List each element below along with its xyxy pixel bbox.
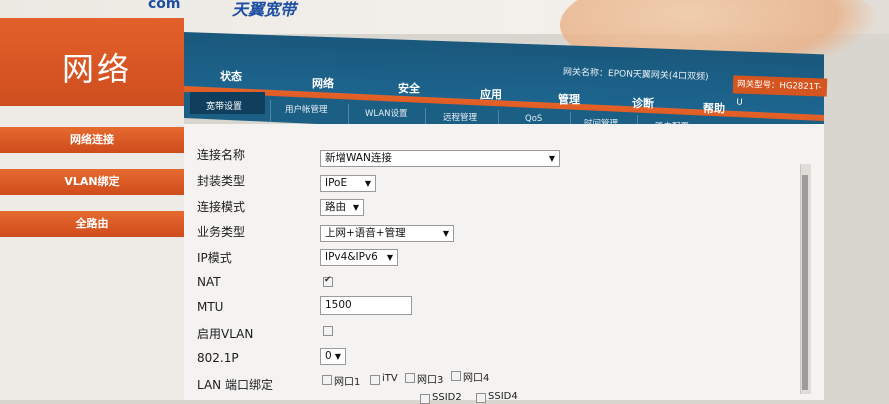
subnav-broadband[interactable]: 宽带设置 bbox=[206, 99, 242, 112]
subnav-wlan[interactable]: WLAN设置 bbox=[365, 107, 408, 119]
encap-label: 封装类型 bbox=[197, 174, 246, 188]
subnav-divider bbox=[348, 104, 349, 126]
itv-label: iTV bbox=[382, 373, 398, 384]
chevron-down-icon: ▼ bbox=[386, 253, 393, 262]
gateway-model: 网关型号：HG2821T-U bbox=[732, 75, 828, 108]
conn-mode-select[interactable]: 路由 ▼ bbox=[320, 199, 364, 216]
ssid2-checkbox[interactable] bbox=[420, 394, 430, 404]
sidebar-item-vlan-binding[interactable]: VLAN绑定 bbox=[0, 169, 184, 195]
lan-port3-checkbox[interactable] bbox=[405, 373, 415, 383]
lan-port4-checkbox[interactable] bbox=[451, 371, 461, 381]
page-title-block: 网络 bbox=[0, 18, 184, 106]
scrollbar-thumb[interactable] bbox=[802, 175, 808, 390]
mtu-label: MTU bbox=[197, 300, 224, 314]
nat-checkbox[interactable] bbox=[323, 275, 333, 287]
ip-mode-label: IP模式 bbox=[197, 251, 232, 265]
chevron-down-icon: ▼ bbox=[334, 352, 341, 361]
chevron-down-icon: ▼ bbox=[352, 203, 359, 212]
p8021-select[interactable]: 0 ▼ bbox=[320, 348, 346, 365]
service-type-select[interactable]: 上网+语音+管理 ▼ bbox=[320, 225, 454, 242]
conn-name-select[interactable]: 新增WAN连接 ▼ bbox=[320, 150, 560, 167]
subnav-divider bbox=[270, 100, 271, 122]
vlan-checkbox[interactable] bbox=[323, 326, 333, 336]
nav-management[interactable]: 管理 bbox=[558, 91, 580, 107]
vlan-label: 启用VLAN bbox=[197, 327, 254, 341]
conn-name-value: 新增WAN连接 bbox=[325, 152, 392, 164]
chevron-down-icon: ▼ bbox=[442, 229, 449, 238]
subnav-qos[interactable]: QoS bbox=[525, 114, 542, 124]
chevron-down-icon: ▼ bbox=[364, 179, 371, 188]
sidebar-item-full-routing[interactable]: 全路由 bbox=[0, 211, 184, 237]
ssid4-checkbox[interactable] bbox=[476, 393, 486, 403]
lan-port1-label: 网口1 bbox=[334, 377, 361, 388]
conn-name-label: 连接名称 bbox=[197, 148, 246, 162]
mtu-input[interactable]: 1500 bbox=[320, 296, 412, 315]
nav-security[interactable]: 安全 bbox=[398, 80, 420, 96]
p8021-label: 802.1P bbox=[197, 351, 239, 365]
encap-value: IPoE bbox=[325, 177, 348, 189]
page-title: 网络 bbox=[62, 50, 133, 88]
lan-port3-label: 网口3 bbox=[417, 375, 444, 386]
encap-select[interactable]: IPoE ▼ bbox=[320, 175, 376, 192]
brand-name: 天翼宽带 bbox=[232, 0, 297, 19]
lan-port1-checkbox[interactable] bbox=[322, 375, 332, 385]
service-type-value: 上网+语音+管理 bbox=[325, 227, 406, 239]
ssid4-label: SSID4 bbox=[488, 391, 518, 402]
ssid2-label: SSID2 bbox=[432, 392, 462, 403]
subnav-user-account[interactable]: 用户帐管理 bbox=[285, 103, 328, 115]
service-type-label: 业务类型 bbox=[197, 225, 246, 239]
nav-diagnostics[interactable]: 诊断 bbox=[632, 95, 654, 111]
nav-help[interactable]: 帮助 bbox=[703, 100, 725, 116]
nav-status[interactable]: 状态 bbox=[220, 68, 242, 84]
conn-mode-label: 连接模式 bbox=[197, 200, 246, 214]
itv-checkbox[interactable] bbox=[370, 375, 380, 385]
ip-mode-value: IPv4&IPv6 bbox=[325, 251, 378, 263]
lan-bind-label: LAN 端口绑定 bbox=[197, 378, 273, 392]
ip-mode-select[interactable]: IPv4&IPv6 ▼ bbox=[320, 249, 398, 266]
conn-mode-value: 路由 bbox=[325, 201, 346, 213]
subnav-remote[interactable]: 远程管理 bbox=[443, 111, 477, 123]
nav-application[interactable]: 应用 bbox=[480, 86, 502, 102]
brand-fragment: com bbox=[148, 0, 181, 12]
p8021-value: 0 bbox=[325, 350, 332, 362]
chevron-down-icon: ▼ bbox=[548, 154, 555, 163]
nat-label: NAT bbox=[197, 275, 221, 289]
lan-port4-label: 网口4 bbox=[463, 373, 490, 384]
sidebar-item-network-connection[interactable]: 网络连接 bbox=[0, 127, 184, 153]
nav-network[interactable]: 网络 bbox=[312, 75, 334, 91]
